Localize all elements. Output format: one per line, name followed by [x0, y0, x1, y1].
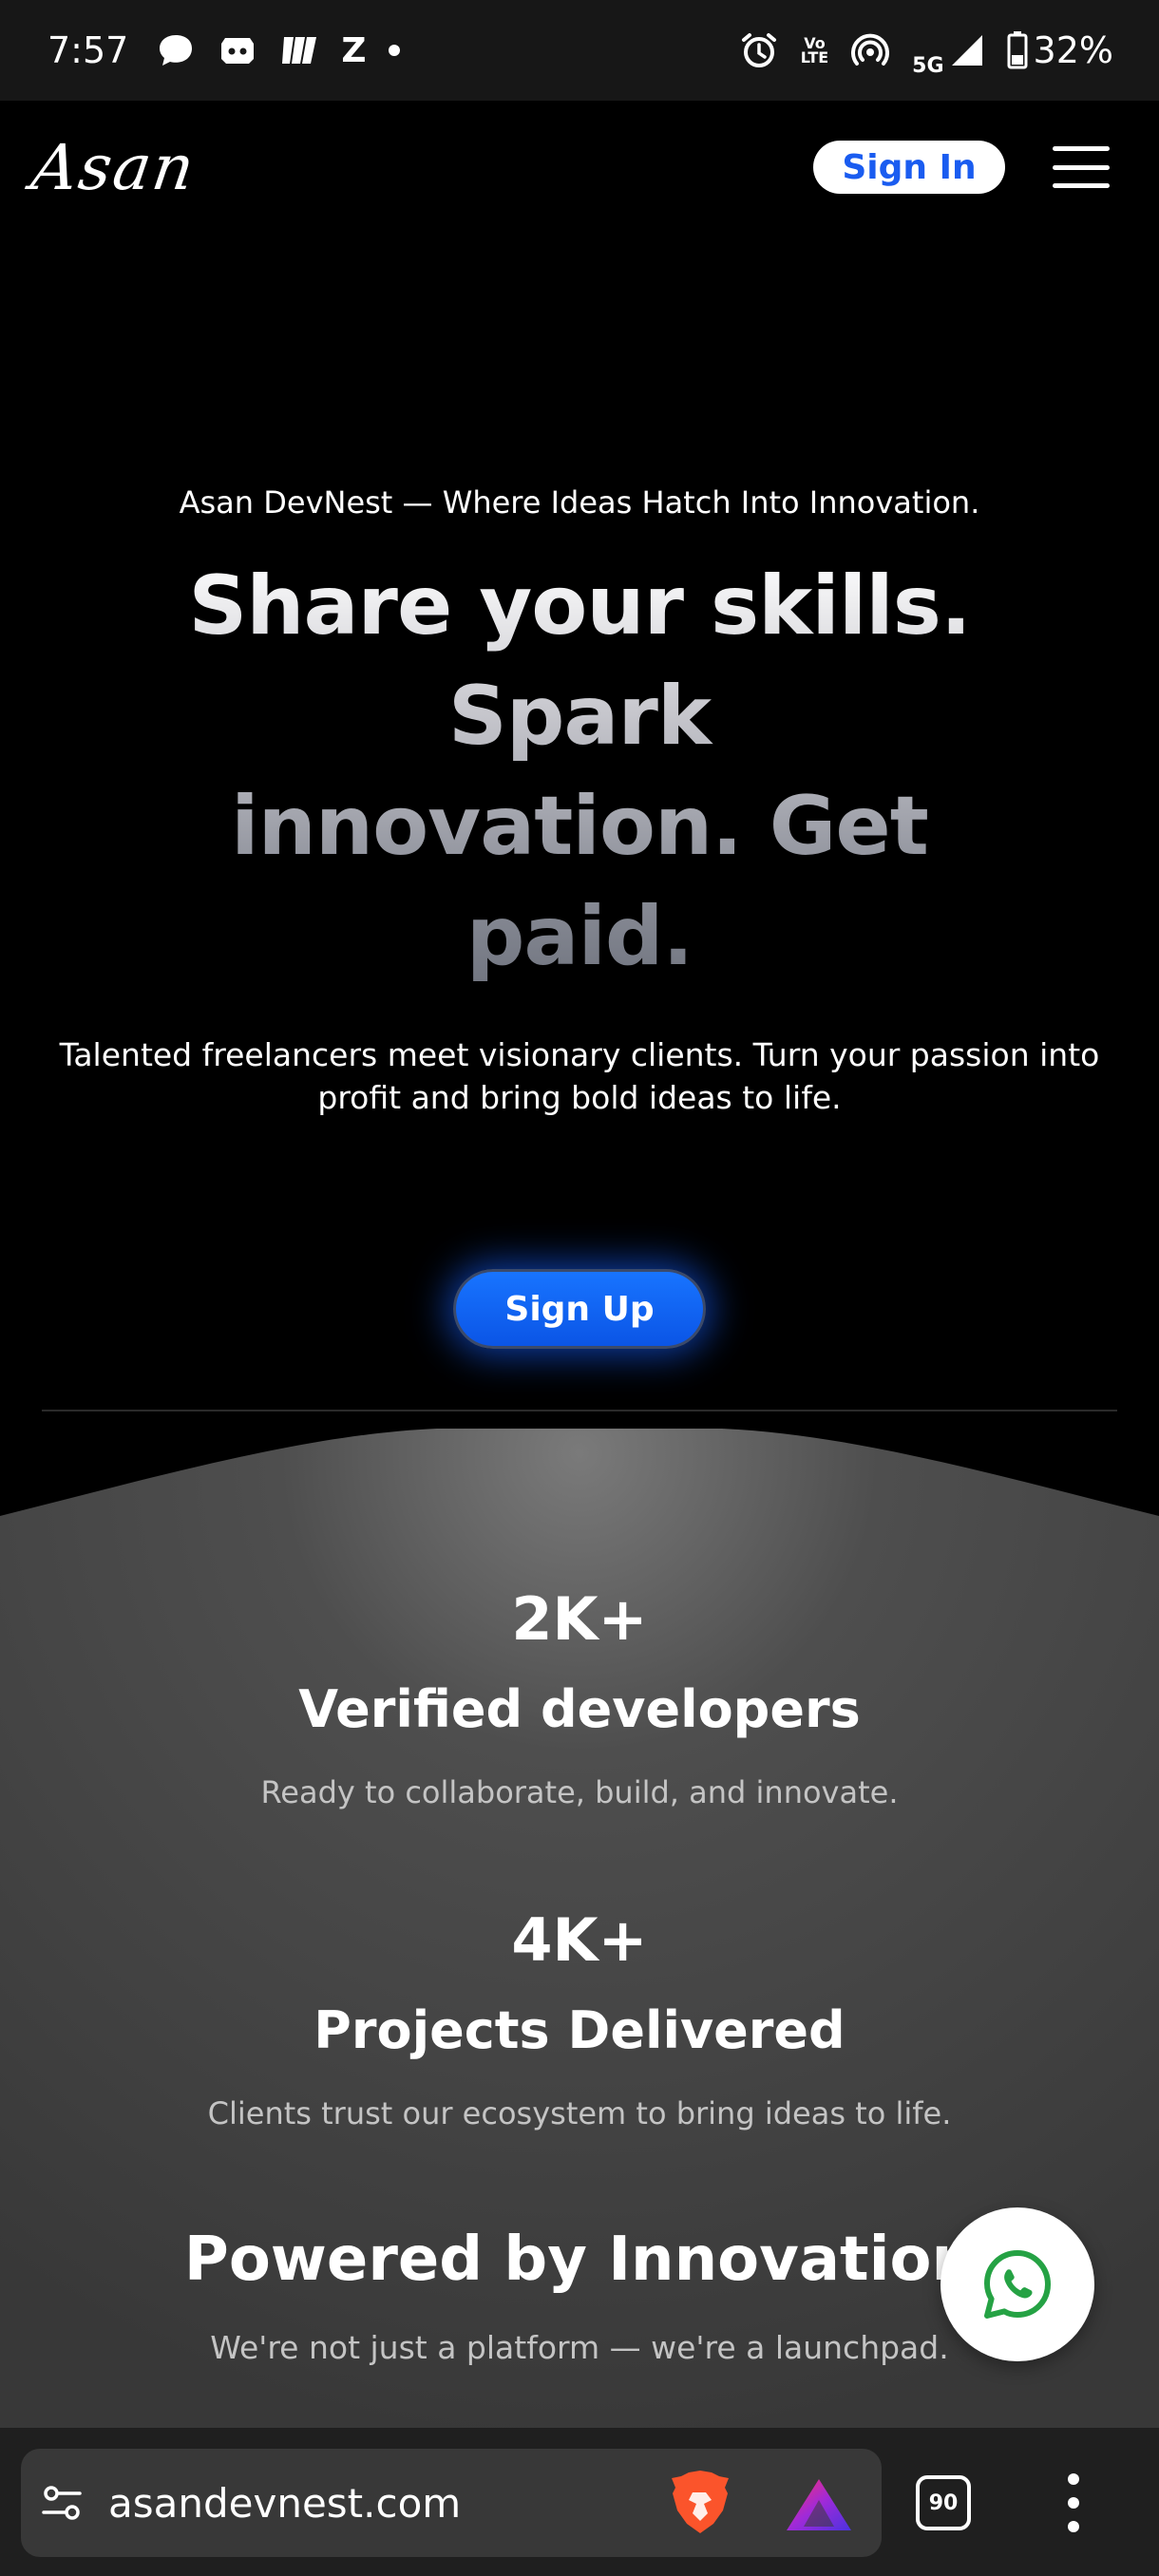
- site-settings-icon[interactable]: [40, 2481, 84, 2525]
- battery-icon: [1007, 29, 1028, 71]
- whatsapp-icon: [984, 2250, 1051, 2319]
- divider: [42, 1410, 1117, 1411]
- hotspot-icon: [851, 29, 890, 71]
- hero-heading-line-3: innovation. Get: [231, 779, 928, 874]
- volte-label-bottom: LTE: [800, 48, 829, 66]
- stat-projects-number: 4K+: [511, 1905, 648, 1975]
- brave-rewards-icon[interactable]: [783, 2475, 855, 2534]
- network-type: 5G: [912, 53, 944, 78]
- volte-icon: Vo LTE: [801, 29, 828, 71]
- hero-heading-line-1: Share your skills.: [188, 559, 971, 653]
- brave-shields-icon[interactable]: [665, 2468, 735, 2540]
- sign-up-button[interactable]: Sign Up: [453, 1269, 706, 1349]
- status-bar-left: 7:57 Z: [48, 29, 401, 71]
- hero-subtitle: Talented freelancers meet visionary clie…: [59, 1036, 1100, 1116]
- stat-projects-title: Projects Delivered: [314, 2000, 846, 2060]
- site-logo[interactable]: Asan: [28, 131, 200, 204]
- signal-icon: [950, 29, 984, 71]
- page-root: 7:57 Z Vo LTE 5G 32% Asan Sign In Asan D…: [0, 0, 1159, 2576]
- hero-tagline: Asan DevNest — Where Ideas Hatch Into In…: [179, 484, 980, 521]
- tabs-button[interactable]: 90: [916, 2475, 971, 2530]
- site-header: Asan Sign In: [0, 101, 1159, 234]
- hero-heading: Share your skills. Spark innovation. Get…: [104, 551, 1054, 992]
- discord-icon: [218, 29, 257, 71]
- alarm-icon: [740, 29, 778, 71]
- browser-toolbar: asandevnest.com 90: [0, 2428, 1159, 2576]
- dot-icon: [389, 29, 401, 71]
- stat-developers-number: 2K+: [511, 1584, 648, 1654]
- hero-heading-line-2: Spark: [447, 669, 712, 764]
- status-time: 7:57: [48, 29, 129, 71]
- whatsapp-button[interactable]: [940, 2207, 1094, 2361]
- sign-in-button[interactable]: Sign In: [813, 141, 1005, 194]
- chat-bubble-icon: [157, 29, 195, 71]
- battery: 32%: [1007, 29, 1113, 71]
- stat-developers-description: Ready to collaborate, build, and innovat…: [260, 1774, 899, 1810]
- header-actions: Sign In: [813, 141, 1110, 194]
- z-icon: Z: [341, 30, 367, 70]
- more-icon[interactable]: [1064, 2473, 1083, 2532]
- app-icon: [280, 29, 318, 71]
- hero-heading-line-4: paid.: [466, 889, 694, 984]
- battery-percent: 32%: [1033, 29, 1113, 71]
- hamburger-menu-icon[interactable]: [1053, 146, 1110, 188]
- stat-developers-title: Verified developers: [298, 1679, 861, 1739]
- status-bar-right: Vo LTE 5G 32%: [740, 24, 1113, 78]
- status-bar: 7:57 Z Vo LTE 5G 32%: [0, 0, 1159, 101]
- url-text[interactable]: asandevnest.com: [108, 2480, 461, 2527]
- address-bar[interactable]: asandevnest.com: [21, 2449, 882, 2557]
- stat-projects-description: Clients trust our ecosystem to bring ide…: [207, 2095, 952, 2131]
